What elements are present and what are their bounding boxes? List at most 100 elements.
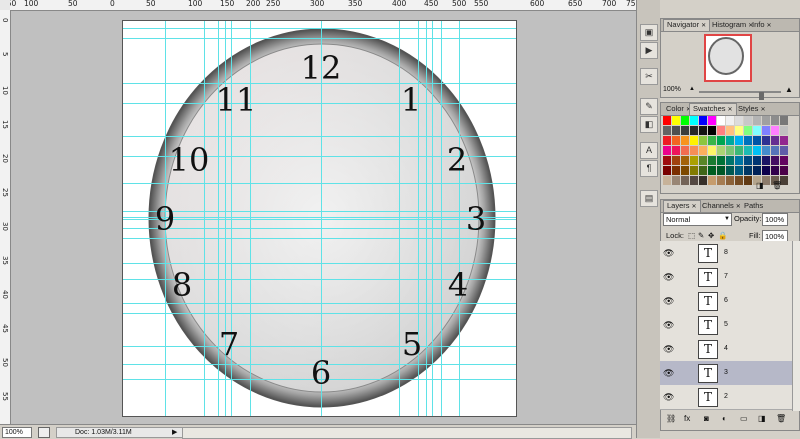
color-swatch[interactable]: [753, 166, 761, 175]
color-swatch[interactable]: [663, 136, 671, 145]
horizontal-guide[interactable]: [123, 238, 516, 239]
color-swatch[interactable]: [672, 136, 680, 145]
tab-navigator[interactable]: Navigator ✕: [663, 19, 711, 31]
layer-row[interactable]: 👁 T 2: [660, 385, 792, 410]
color-swatch[interactable]: [744, 146, 752, 155]
text-layer-thumbnail[interactable]: T: [698, 340, 718, 359]
color-swatch[interactable]: [771, 116, 779, 125]
color-swatch[interactable]: [762, 146, 770, 155]
visibility-eye-icon[interactable]: 👁: [663, 272, 674, 283]
color-swatch[interactable]: [762, 156, 770, 165]
color-swatch[interactable]: [744, 176, 752, 185]
navigator-zoom-value[interactable]: 100%: [663, 86, 681, 93]
color-swatch[interactable]: [717, 136, 725, 145]
color-swatch[interactable]: [726, 136, 734, 145]
color-swatch[interactable]: [780, 156, 788, 165]
color-swatch[interactable]: [699, 176, 707, 185]
color-swatch[interactable]: [762, 116, 770, 125]
color-swatch[interactable]: [744, 136, 752, 145]
new-group-icon[interactable]: ▭: [740, 414, 748, 423]
lock-transparent-icon[interactable]: ⬚: [688, 231, 695, 240]
color-swatch[interactable]: [735, 126, 743, 135]
color-swatch[interactable]: [762, 126, 770, 135]
layer-name[interactable]: 7: [724, 273, 728, 280]
layer-name[interactable]: 5: [724, 321, 728, 328]
vertical-ruler[interactable]: 0 5 10 15 20 25 30 35 40 45 50 55: [0, 10, 11, 424]
color-swatch[interactable]: [708, 166, 716, 175]
color-swatch[interactable]: [717, 126, 725, 135]
layer-row[interactable]: 👁 T 8: [660, 241, 792, 266]
color-swatch[interactable]: [699, 136, 707, 145]
tab-styles[interactable]: Styles ✕: [735, 104, 768, 114]
color-swatch[interactable]: [663, 116, 671, 125]
layer-name[interactable]: 6: [724, 297, 728, 304]
color-swatch[interactable]: [771, 156, 779, 165]
color-swatch[interactable]: [681, 176, 689, 185]
lock-all-icon[interactable]: 🔒: [718, 231, 727, 240]
text-layer-thumbnail[interactable]: T: [698, 316, 718, 335]
zoom-slider-knob[interactable]: [759, 92, 764, 100]
color-swatch[interactable]: [663, 156, 671, 165]
tools-preset-icon[interactable]: ✂: [640, 68, 658, 85]
color-swatch[interactable]: [726, 126, 734, 135]
tab-layers[interactable]: Layers ✕: [663, 200, 701, 212]
layer-style-icon[interactable]: fx: [684, 414, 690, 423]
link-layers-icon[interactable]: ⛓: [666, 414, 676, 423]
color-swatch[interactable]: [663, 126, 671, 135]
color-swatch[interactable]: [699, 156, 707, 165]
horizontal-guide[interactable]: [123, 211, 516, 212]
horizontal-guide[interactable]: [123, 217, 516, 218]
zoom-out-icon[interactable]: ▲: [689, 86, 695, 92]
delete-swatch-icon[interactable]: 🗑: [772, 181, 782, 190]
color-swatch[interactable]: [672, 116, 680, 125]
paragraph-icon[interactable]: ¶: [640, 160, 658, 177]
tab-info[interactable]: Info ✕: [749, 20, 775, 30]
tab-swatches[interactable]: Swatches ✕: [689, 103, 737, 115]
color-swatch[interactable]: [681, 136, 689, 145]
color-swatch[interactable]: [717, 176, 725, 185]
color-swatch[interactable]: [672, 156, 680, 165]
color-swatch[interactable]: [663, 166, 671, 175]
layer-name[interactable]: 2: [724, 393, 728, 400]
layer-row[interactable]: 👁 T 7: [660, 265, 792, 290]
character-icon[interactable]: A: [640, 142, 658, 159]
color-swatch[interactable]: [672, 166, 680, 175]
color-swatch[interactable]: [744, 156, 752, 165]
layer-name[interactable]: 3: [724, 369, 728, 376]
layer-name[interactable]: 8: [724, 249, 728, 256]
color-swatch[interactable]: [735, 146, 743, 155]
navigator-preview[interactable]: [704, 34, 752, 82]
tab-channels[interactable]: Channels ✕: [699, 201, 744, 211]
status-menu-arrow-icon[interactable]: ▶: [172, 428, 177, 436]
new-layer-icon[interactable]: ◨: [758, 414, 766, 423]
horizontal-guide[interactable]: [123, 28, 516, 29]
delete-layer-icon[interactable]: 🗑: [776, 414, 786, 423]
color-swatch[interactable]: [780, 116, 788, 125]
color-swatch[interactable]: [672, 126, 680, 135]
color-swatch[interactable]: [690, 116, 698, 125]
color-swatch[interactable]: [771, 126, 779, 135]
brushes-icon[interactable]: ✎: [640, 98, 658, 115]
layers-scrollbar[interactable]: [792, 241, 800, 411]
text-layer-thumbnail[interactable]: T: [698, 364, 718, 383]
color-swatch[interactable]: [726, 156, 734, 165]
text-layer-thumbnail[interactable]: T: [698, 244, 718, 263]
new-swatch-icon[interactable]: ◨: [756, 181, 764, 190]
horizontal-guide[interactable]: [123, 219, 516, 220]
horizontal-guide[interactable]: [123, 38, 516, 39]
color-swatch[interactable]: [780, 136, 788, 145]
text-layer-thumbnail[interactable]: T: [698, 388, 718, 407]
opacity-field[interactable]: 100%: [762, 213, 788, 226]
image-canvas[interactable]: 12 1 2 3 4 5 6 7 8 9 10 11: [122, 20, 517, 417]
layer-row[interactable]: 👁 T 4: [660, 337, 792, 362]
zoom-field[interactable]: 100%: [2, 427, 32, 438]
zoom-in-icon[interactable]: ▲: [785, 85, 793, 94]
color-swatch[interactable]: [780, 126, 788, 135]
visibility-eye-icon[interactable]: 👁: [663, 320, 674, 331]
color-swatch[interactable]: [735, 166, 743, 175]
horizontal-guide[interactable]: [123, 313, 516, 314]
color-swatch[interactable]: [690, 146, 698, 155]
horizontal-guide[interactable]: [123, 263, 516, 264]
visibility-eye-icon[interactable]: 👁: [663, 344, 674, 355]
status-icon[interactable]: [38, 427, 50, 438]
